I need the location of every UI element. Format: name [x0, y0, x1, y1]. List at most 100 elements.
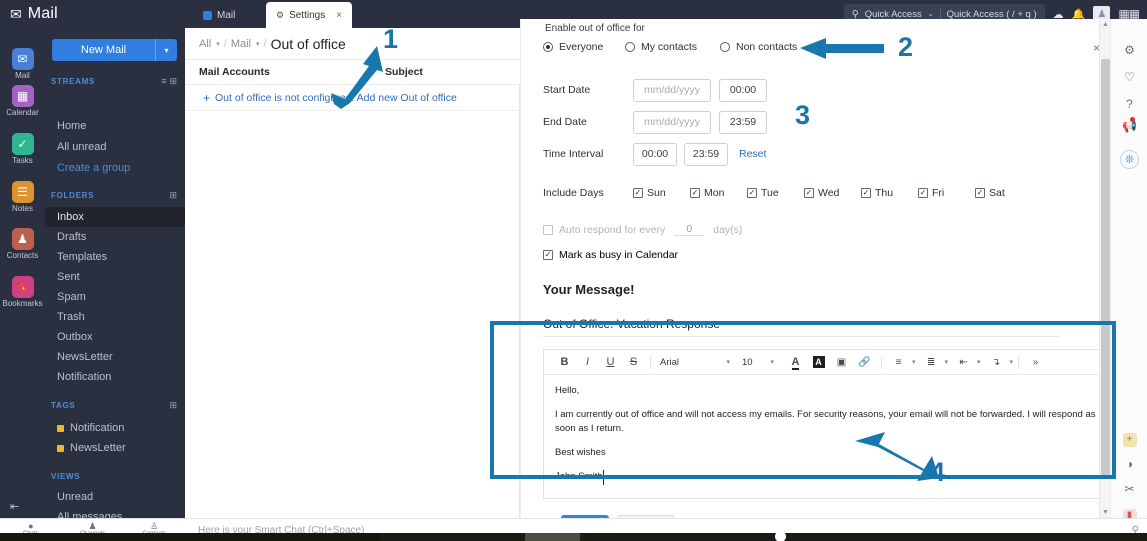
tab-settings[interactable]: ⚙ Settings × [266, 2, 353, 28]
brightness-icon[interactable]: ◑ [1111, 457, 1147, 471]
nav-item-all-unread[interactable]: All unread [45, 137, 185, 157]
italic-button[interactable]: I [576, 356, 599, 368]
nav-item-templates[interactable]: Templates [45, 247, 185, 267]
radio-my-contacts[interactable]: My contacts [625, 41, 720, 53]
view-item-unread[interactable]: Unread [45, 487, 185, 507]
nav-item-create-group[interactable]: Create a group [45, 158, 185, 178]
list-dropdown[interactable]: ≣ ▾ [920, 357, 948, 368]
end-time-input[interactable]: 23:59 [719, 110, 767, 134]
day-checkbox-mon[interactable]: ✓ Mon [690, 187, 747, 199]
message-body[interactable]: Hello, I am currently out of office and … [544, 375, 1108, 503]
day-checkbox-fri[interactable]: ✓ Fri [918, 187, 975, 199]
new-mail-button[interactable]: New Mail ▾ [52, 39, 177, 61]
auto-respond-row[interactable]: Auto respond for every 0 day(s) [543, 223, 742, 236]
gear-icon[interactable]: ⚙ [1111, 43, 1147, 57]
nav-item-outbox[interactable]: Outbox [45, 327, 185, 347]
help-question-icon[interactable]: ? [1111, 97, 1147, 111]
notification-dot [1130, 117, 1135, 122]
rail-item-bookmarks[interactable]: 🔖 Bookmarks [0, 276, 45, 308]
time-interval-from-input[interactable]: 00:00 [633, 142, 677, 166]
subject-input[interactable]: Out of Office: Vacation Response [543, 311, 1059, 337]
scrollbar-thumb[interactable] [1101, 59, 1110, 479]
plug-icon[interactable]: ✂ [1111, 482, 1147, 496]
indent-dropdown[interactable]: ⇤ ▾ [952, 357, 980, 368]
insert-image-icon[interactable]: ▣ [830, 357, 853, 368]
chevron-down-icon[interactable]: ▾ [216, 40, 220, 48]
enable-out-of-office-label: Enable out of office for [545, 23, 645, 34]
nav-item-sent[interactable]: Sent [45, 267, 185, 287]
body-greeting: Hello, [555, 385, 580, 396]
underline-button[interactable]: U [599, 356, 622, 368]
tab-mail[interactable]: Mail [193, 2, 245, 28]
auto-respond-days-input[interactable]: 0 [674, 223, 705, 236]
insert-link-icon[interactable]: 🔗 [853, 357, 876, 368]
rail-item-mail[interactable]: ✉ Mail [0, 48, 45, 80]
reset-link[interactable]: Reset [739, 148, 766, 160]
puzzle-icon[interactable]: ❊ [1111, 150, 1147, 169]
day-checkbox-thu[interactable]: ✓ Thu [861, 187, 918, 199]
start-date-input[interactable]: mm/dd/yyyy [633, 78, 711, 102]
day-checkbox-sat[interactable]: ✓ Sat [975, 187, 1032, 199]
out-of-office-panel: × Enable out of office for Everyone My c… [520, 19, 1122, 534]
font-family-select[interactable]: Arial ▾ [656, 357, 734, 368]
panel-scrollbar[interactable]: ▲ ▼ [1099, 19, 1110, 518]
start-time-input[interactable]: 00:00 [719, 78, 767, 102]
chevron-down-icon[interactable]: ▾ [256, 40, 260, 48]
add-out-of-office-link[interactable]: Out of office is not configured. Add new… [215, 92, 457, 104]
nav-item-inbox[interactable]: Inbox [45, 207, 185, 227]
breadcrumb-mail[interactable]: Mail [231, 38, 251, 50]
highlight-color-button[interactable]: A [812, 356, 825, 368]
text-color-button[interactable]: A [791, 356, 800, 370]
close-icon[interactable]: × [336, 10, 342, 21]
chevron-down-icon[interactable]: ⌄ [928, 10, 934, 18]
radio-indicator [625, 42, 635, 52]
scroll-up-icon[interactable]: ▲ [1102, 21, 1109, 28]
end-date-input[interactable]: mm/dd/yyyy [633, 110, 711, 134]
day-checkbox-wed[interactable]: ✓ Wed [804, 187, 861, 199]
bold-button[interactable]: B [553, 356, 576, 368]
nav-item-notification[interactable]: Notification [45, 367, 185, 387]
nav-item-trash[interactable]: Trash [45, 307, 185, 327]
radio-everyone[interactable]: Everyone [543, 41, 625, 53]
add-stream-icon[interactable]: ⊞ [169, 76, 177, 87]
add-note-icon[interactable]: + [1111, 431, 1147, 447]
strikethrough-button[interactable]: S [622, 356, 645, 368]
more-options-icon[interactable]: » [1024, 357, 1047, 368]
tags-section-header: TAGS ⊞ [45, 398, 185, 412]
collapse-sidebar-icon[interactable]: ⇤ [10, 500, 19, 513]
tag-item-newsletter[interactable]: NewsLetter [45, 438, 185, 458]
chevron-down-icon[interactable]: ▾ [155, 39, 177, 61]
rail-item-contacts[interactable]: ♟ Contacts [0, 228, 45, 260]
filter-icon[interactable]: ≡ [161, 76, 166, 86]
line-spacing-dropdown[interactable]: ↴ ▾ [985, 357, 1013, 368]
day-checkbox-tue[interactable]: ✓ Tue [747, 187, 804, 199]
rail-item-calendar[interactable]: ▦ Calendar [0, 85, 45, 117]
tag-item-notification[interactable]: Notification [45, 418, 185, 438]
font-size-select[interactable]: 10 ▾ [738, 357, 778, 368]
add-tag-icon[interactable]: ⊞ [169, 400, 177, 411]
announcement-icon[interactable]: 📢 [1111, 117, 1147, 133]
nav-item-drafts[interactable]: Drafts [45, 227, 185, 247]
annotation-number-3: 3 [795, 100, 811, 130]
radio-non-contacts[interactable]: Non contacts [720, 41, 797, 53]
add-out-of-office-row[interactable]: + Out of office is not configured. Add n… [185, 85, 520, 111]
auto-respond-label: Auto respond for every [559, 223, 666, 236]
day-checkbox-sun[interactable]: ✓ Sun [633, 187, 690, 199]
heart-outline-icon[interactable]: ♡ [1111, 70, 1147, 84]
add-folder-icon[interactable]: ⊞ [169, 190, 177, 201]
start-date-row: Start Date mm/dd/yyyy 00:00 [543, 77, 767, 103]
check-icon: ✓ [11, 133, 34, 155]
radio-label: Everyone [559, 41, 604, 53]
notes-lines-icon: ☰ [11, 181, 34, 203]
scroll-down-icon[interactable]: ▼ [1102, 509, 1109, 516]
time-interval-to-input[interactable]: 23:59 [684, 142, 728, 166]
rail-item-notes[interactable]: ☰ Notes [0, 181, 45, 213]
nav-item-newsletter[interactable]: NewsLetter [45, 347, 185, 367]
mark-busy-row[interactable]: ✓ Mark as busy in Calendar [543, 249, 678, 261]
nav-item-spam[interactable]: Spam [45, 287, 185, 307]
rail-item-tasks[interactable]: ✓ Tasks [0, 133, 45, 165]
align-dropdown[interactable]: ≡ ▾ [887, 357, 916, 368]
breadcrumb-all[interactable]: All [199, 38, 211, 50]
checkbox [543, 224, 553, 235]
nav-item-home[interactable]: Home [45, 116, 185, 136]
